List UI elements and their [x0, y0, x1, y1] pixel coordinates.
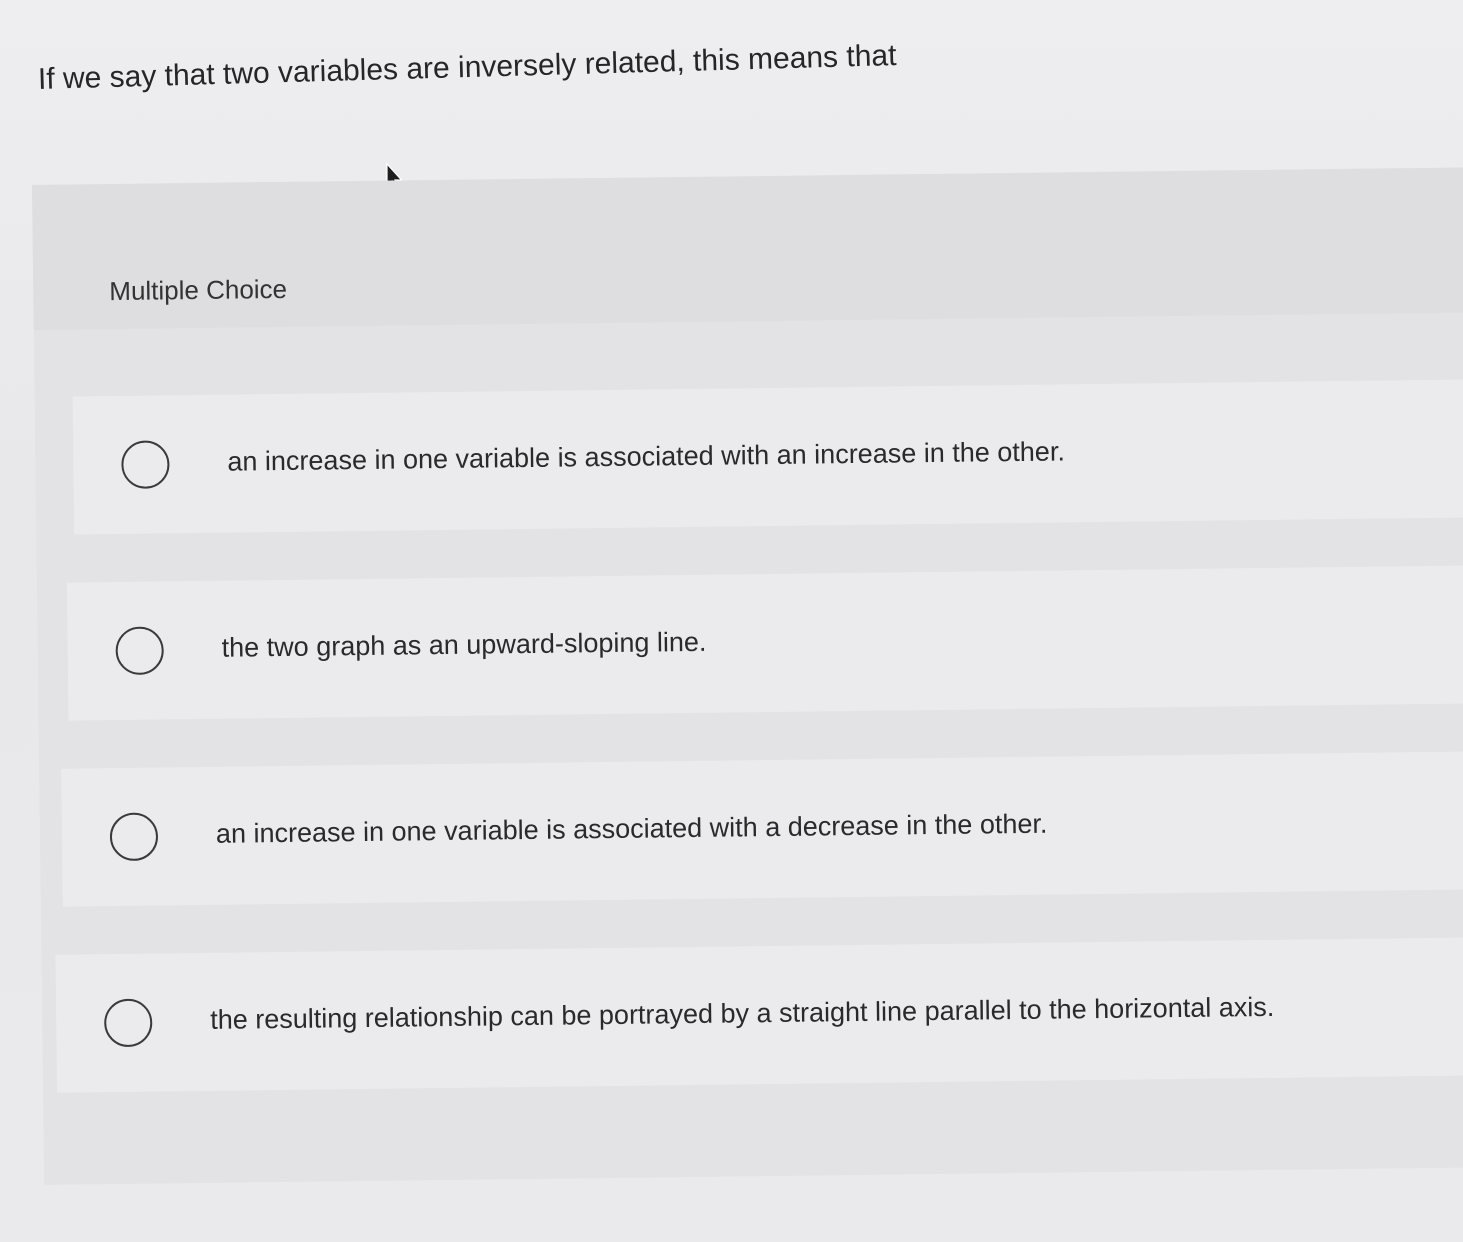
answer-option-2-label: the two graph as an upward-sloping line. [221, 626, 707, 663]
answer-option-3-label: an increase in one variable is associate… [215, 808, 1048, 849]
answer-option-1[interactable]: an increase in one variable is associate… [72, 379, 1463, 535]
multiple-choice-panel: Multiple Choice an increase in one varia… [32, 167, 1463, 1185]
multiple-choice-header: Multiple Choice [32, 167, 1463, 330]
question-text: If we say that two variables are inverse… [37, 39, 897, 96]
answer-option-2[interactable]: the two graph as an upward-sloping line. [66, 565, 1463, 721]
radio-button-empty-icon[interactable] [115, 626, 164, 676]
answer-option-3[interactable]: an increase in one variable is associate… [61, 751, 1463, 907]
answer-option-4[interactable]: the resulting relationship can be portra… [55, 937, 1463, 1093]
multiple-choice-label: Multiple Choice [109, 273, 288, 307]
answer-option-4-label: the resulting relationship can be portra… [210, 991, 1275, 1035]
answer-option-1-label: an increase in one variable is associate… [227, 436, 1066, 477]
radio-button-empty-icon[interactable] [109, 812, 159, 862]
radio-button-empty-icon[interactable] [121, 440, 170, 489]
radio-button-empty-icon[interactable] [103, 998, 153, 1048]
